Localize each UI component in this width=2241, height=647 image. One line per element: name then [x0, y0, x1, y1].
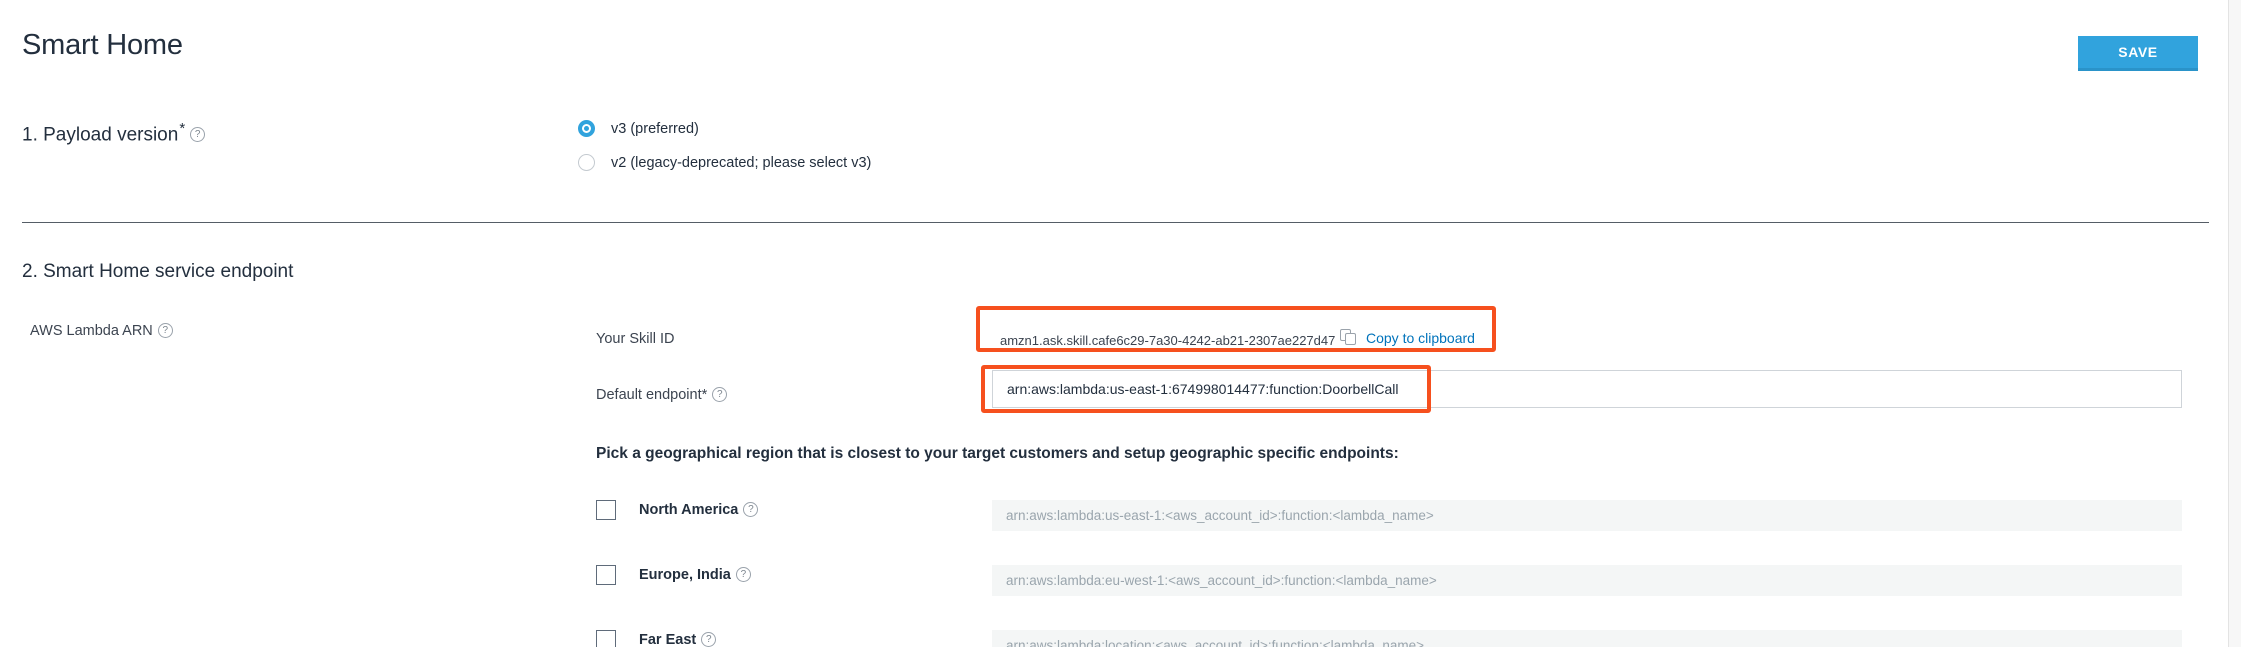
question-circle-icon[interactable]: ?	[743, 501, 759, 517]
checkbox-indicator-north-america[interactable]	[596, 500, 616, 520]
save-button[interactable]: SAVE	[2078, 36, 2198, 71]
question-circle-icon[interactable]: ?	[157, 322, 173, 338]
checkbox-indicator-far-east[interactable]	[596, 630, 616, 647]
region-endpoint-input-europe-india[interactable]	[992, 565, 2182, 596]
default-endpoint-label: Default endpoint*?	[596, 386, 728, 403]
question-circle-icon[interactable]: ?	[735, 566, 751, 582]
default-endpoint-input[interactable]	[992, 370, 2182, 408]
page-title: Smart Home	[22, 29, 183, 61]
radio-label-v2: v2 (legacy-deprecated; please select v3)	[611, 154, 872, 171]
region-label-north-america: North America	[639, 502, 739, 518]
default-endpoint-text: Default endpoint*	[596, 387, 708, 403]
service-endpoint-section-label: 2. Smart Home service endpoint	[22, 261, 294, 282]
radio-label-v3: v3 (preferred)	[611, 120, 699, 137]
region-endpoint-input-far-east[interactable]	[992, 630, 2182, 647]
payload-version-label: 1. Payload version*?	[22, 120, 206, 146]
geographical-region-instruction: Pick a geographical region that is close…	[596, 445, 1399, 462]
smart-home-skill-config-page: Smart Home SAVE 1. Payload version*? v3 …	[0, 0, 2241, 647]
radio-indicator-v2[interactable]	[578, 154, 595, 171]
region-label-europe-india: Europe, India	[639, 567, 731, 583]
radio-option-v2[interactable]: v2 (legacy-deprecated; please select v3)	[578, 154, 871, 171]
question-circle-icon[interactable]: ?	[712, 386, 728, 402]
question-circle-icon[interactable]: ?	[701, 631, 717, 647]
region-endpoint-input-north-america[interactable]	[992, 500, 2182, 531]
region-checkbox-north-america[interactable]: North America ?	[596, 500, 759, 520]
aws-lambda-arn-text: AWS Lambda ARN	[30, 323, 153, 339]
region-label-far-east: Far East	[639, 632, 697, 647]
region-checkbox-europe-india[interactable]: Europe, India ?	[596, 565, 751, 585]
required-asterisk: *	[179, 120, 186, 137]
question-circle-icon[interactable]: ?	[190, 126, 206, 142]
copy-to-clipboard-button[interactable]: Copy to clipboard	[1340, 329, 1475, 346]
region-checkbox-far-east[interactable]: Far East ?	[596, 630, 717, 647]
radio-indicator-v3[interactable]	[578, 120, 595, 137]
radio-option-v3[interactable]: v3 (preferred)	[578, 120, 699, 137]
aws-lambda-arn-label: AWS Lambda ARN?	[30, 322, 173, 339]
copy-to-clipboard-label: Copy to clipboard	[1366, 329, 1475, 346]
vertical-scrollbar[interactable]	[2229, 0, 2241, 647]
skill-id-value: amzn1.ask.skill.cafe6c29-7a30-4242-ab21-…	[1000, 333, 1336, 348]
section-divider	[22, 222, 2209, 223]
checkbox-indicator-europe-india[interactable]	[596, 565, 616, 585]
payload-version-text: 1. Payload version	[22, 124, 179, 146]
skill-id-label: Your Skill ID	[596, 331, 675, 347]
copy-clipboard-icon	[1340, 329, 1357, 346]
